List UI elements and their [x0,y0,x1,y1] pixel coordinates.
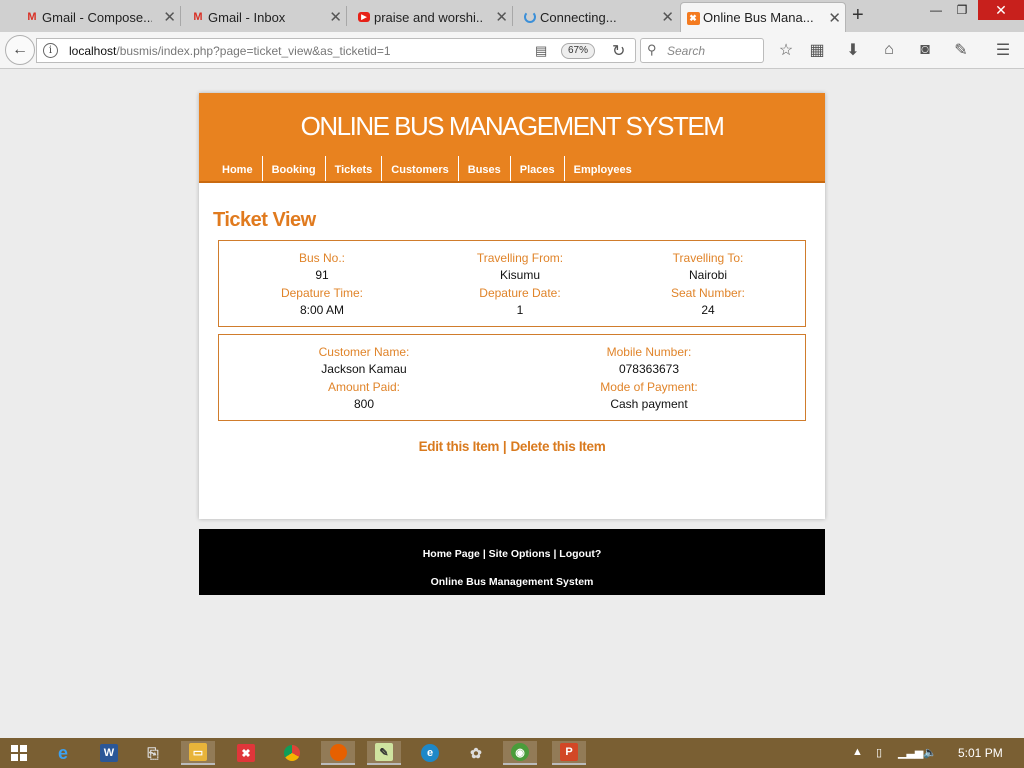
seat-number-field: Seat Number: 24 [670,286,746,317]
nav-employees[interactable]: Employees [565,156,641,181]
nav-tickets[interactable]: Tickets [326,156,383,181]
windows-taskbar: e W ⎘ ▭ ✖ ✎ e ✿ ◉ P ▲ ▯ ▁▃▅ 🔈 5:01 PM [0,738,1024,768]
trip-details-panel: Bus No.: 91 Travelling From: Kisumu Trav… [218,240,806,327]
minimize-icon[interactable]: — [926,0,946,20]
download-icon[interactable]: ⬇ [843,40,863,60]
address-bar[interactable]: i localhost/busmis/index.php?page=ticket… [36,38,636,63]
tab-close-icon[interactable]: ✕ [661,8,674,26]
bookmarks-library-icon[interactable]: ▦ [807,40,827,60]
tray-expand-icon[interactable]: ▲ [852,746,863,758]
item-actions: Edit this Item | Delete this Item [199,439,825,454]
browser-tab-connecting[interactable]: Connecting... ✕ [518,2,678,32]
network-icon[interactable]: ⎘ [136,741,170,765]
customer-name-field: Customer Name: Jackson Kamau [318,345,410,376]
nav-buses[interactable]: Buses [459,156,511,181]
page-container: ONLINE BUS MANAGEMENT SYSTEM Home Bookin… [199,93,825,519]
search-input[interactable]: ⚲ Search [640,38,764,63]
site-footer: Home Page | Site Options | Logout? Onlin… [199,529,825,595]
browser-tab-gmail-inbox[interactable]: M Gmail - Inbox ✕ [186,2,346,32]
footer-title: Online Bus Management System [430,576,594,588]
powerpoint-icon[interactable]: P [552,741,586,765]
tab-close-icon[interactable]: ✕ [163,8,176,26]
word-icon[interactable]: W [92,741,126,765]
network-globe-icon[interactable]: ◉ [503,741,537,765]
footer-links: Home Page | Site Options | Logout? [199,548,825,560]
site-nav: Home Booking Tickets Customers Buses Pla… [213,156,641,181]
departure-date-field: Depature Date: 1 [479,286,561,317]
firefox-icon[interactable] [321,741,355,765]
customer-details-panel: Customer Name: Jackson Kamau Mobile Numb… [218,334,806,421]
site-header: ONLINE BUS MANAGEMENT SYSTEM Home Bookin… [199,93,825,183]
travelling-to-field: Travelling To: Nairobi [672,251,744,282]
tab-close-icon[interactable]: ✕ [495,8,508,26]
window-close-icon[interactable]: ✕ [978,0,1024,20]
tab-close-icon[interactable]: ✕ [329,8,342,26]
wifi-signal-icon[interactable]: ▁▃▅ [898,746,923,759]
search-placeholder: Search [667,44,706,58]
xampp-icon: ✖ [685,11,701,25]
browser-tab-youtube[interactable]: ▶ praise and worshi... ✕ [352,2,512,32]
bookmark-star-icon[interactable]: ☆ [776,40,796,60]
zoom-level[interactable]: 67% [561,43,596,59]
reload-icon[interactable]: ↻ [612,41,625,61]
amount-paid-field: Amount Paid: 800 [327,380,401,411]
site-info-icon[interactable]: i [43,43,58,58]
reader-view-icon[interactable]: ▤ [535,43,547,59]
nav-places[interactable]: Places [511,156,565,181]
volume-icon[interactable]: 🔈 [923,746,937,759]
new-tab-icon[interactable]: + [852,4,864,27]
footer-site-options-link[interactable]: Site Options [489,548,551,560]
home-icon[interactable]: ⌂ [879,40,899,60]
windows-start-icon[interactable] [11,745,27,761]
edit-item-link[interactable]: Edit this Item [419,439,500,454]
search-icon: ⚲ [647,42,657,57]
gmail-icon: M [193,11,203,23]
youtube-icon: ▶ [356,10,372,24]
restore-icon[interactable]: ❐ [952,0,972,20]
payment-mode-field: Mode of Payment: Cash payment [600,380,698,411]
taskbar-clock[interactable]: 5:01 PM [958,746,1003,760]
url-text[interactable]: localhost/busmis/index.php?page=ticket_v… [69,44,391,58]
pocket-icon[interactable]: ◙ [915,40,935,60]
browser-tab-strip: M Gmail - Compose... ✕ M Gmail - Inbox ✕… [0,0,1024,32]
site-title: ONLINE BUS MANAGEMENT SYSTEM [300,111,725,141]
gmail-icon: M [27,11,37,23]
file-explorer-icon[interactable]: ▭ [181,741,215,765]
nav-home[interactable]: Home [213,156,263,181]
paint-icon[interactable]: ✿ [459,741,493,765]
mobile-number-field: Mobile Number: 078363673 [606,345,692,376]
departure-time-field: Depature Time: 8:00 AM [280,286,364,317]
internet-explorer-icon[interactable]: e [46,741,80,765]
nav-booking[interactable]: Booking [263,156,326,181]
page-title: Ticket View [213,209,316,231]
notepad-icon[interactable]: ✎ [367,741,401,765]
browser-tab-gmail-compose[interactable]: M Gmail - Compose... ✕ [20,2,180,32]
browser-tab-bus-management[interactable]: ✖ Online Bus Mana... ✕ [680,2,846,32]
loading-icon [522,10,538,24]
menu-hamburger-icon[interactable]: ☰ [993,40,1013,60]
travelling-from-field: Travelling From: Kisumu [476,251,564,282]
nav-customers[interactable]: Customers [382,156,459,181]
browser-toolbar: ← i localhost/busmis/index.php?page=tick… [0,32,1024,69]
tray-device-icon[interactable]: ▯ [876,746,882,759]
edge-browser-icon[interactable]: e [413,741,447,765]
delete-item-link[interactable]: Delete this Item [510,439,605,454]
bus-number-field: Bus No.: 91 [298,251,346,282]
chrome-icon[interactable] [275,741,309,765]
footer-home-link[interactable]: Home Page [423,548,480,560]
footer-logout-link[interactable]: Logout? [559,548,601,560]
back-arrow-icon[interactable]: ← [5,35,35,65]
visual-studio-icon[interactable]: ✖ [229,741,263,765]
eyedropper-icon[interactable]: ✎ [951,40,971,60]
tab-close-icon[interactable]: ✕ [828,9,841,27]
